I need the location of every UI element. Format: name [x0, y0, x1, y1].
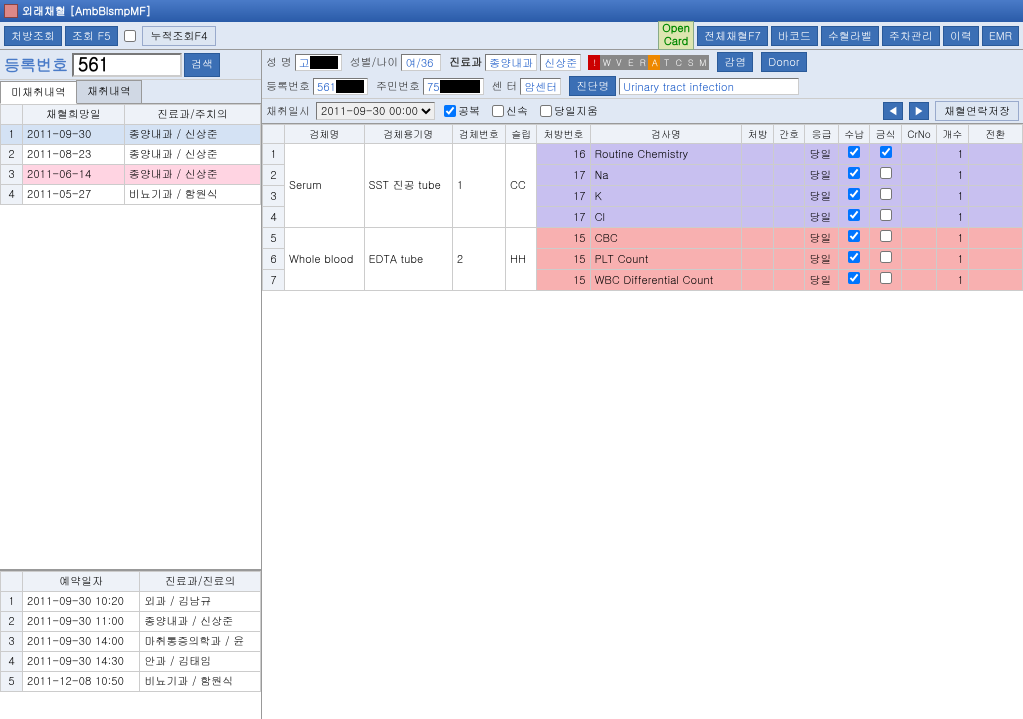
toolbar: 처방조회 조회 F5 누적조회F4 Open Card 전체채혈F7 바코드 수… [0, 22, 1023, 50]
doctor-value: 신상준 [540, 54, 581, 71]
patient-bar: 성 명 고 성별/나이 여/36 진료과 종양내과 신상준 !WVERATCSM… [262, 50, 1023, 99]
collect-bar: 채취일시 2011-09-30 00:00 공복 신속 당일지움 ◀ ▶ 채혈연… [262, 99, 1023, 124]
center-label: 센 터 [492, 79, 518, 94]
titlebar: 외래채혈 [AmbBlsmpMF] [0, 0, 1023, 22]
appointment-row[interactable]: 42011-09-30 14:30안과 / 김태임 [1, 652, 261, 672]
track-checkbox[interactable] [124, 30, 136, 42]
appointment-row[interactable]: 22011-09-30 11:00종양내과 / 신상준 [1, 612, 261, 632]
parking-button[interactable]: 주차관리 [882, 26, 940, 46]
sexage-label: 성별/나이 [350, 55, 399, 70]
prev-arrow-button[interactable]: ◀ [883, 102, 903, 120]
infection-button[interactable]: 감염 [717, 52, 753, 72]
appointment-grid[interactable]: 예약일자 진료과/진료의 12011-09-30 10:20외과 / 김남규22… [0, 571, 261, 692]
dept-label: 진료과 [449, 55, 482, 70]
track-checkbox-wrap[interactable] [121, 30, 139, 42]
dept-value: 종양내과 [485, 54, 537, 71]
registration-row: 등록번호 검색 [0, 50, 261, 80]
name-value: 고 [295, 54, 342, 71]
main-grid[interactable]: 검체명 검체용기명 검체번호 슬립 처방번호 검사명 처방 간호 응급 수납 금… [262, 124, 1023, 291]
collect-datetime-select[interactable]: 2011-09-30 00:00 [316, 102, 435, 120]
regno-value: 561 [313, 78, 368, 95]
registration-input[interactable] [72, 53, 182, 77]
search-button[interactable]: 검색 [184, 53, 220, 77]
left-tabs: 미채취내역 채취내역 [0, 80, 261, 104]
diagnosis-value: Urinary tract infection [619, 78, 799, 95]
prescription-inquiry-button[interactable]: 처방조회 [4, 26, 62, 46]
appointment-row[interactable]: 52011-12-08 10:50비뇨기과 / 함원식 [1, 672, 261, 692]
main-row[interactable]: 5Whole bloodEDTA tube2HH15CBC당일1 [263, 228, 1023, 249]
sameday-check[interactable]: 당일지움 [537, 104, 601, 119]
total-blood-f7-button[interactable]: 전체채혈F7 [697, 26, 768, 46]
history-row[interactable]: 12011-09-30종양내과 / 신상준 [1, 125, 261, 145]
barcode-button[interactable]: 바코드 [771, 26, 818, 46]
history-col-dept: 진료과/주치의 [124, 105, 260, 125]
track-inquiry-f4-button[interactable]: 누적조회F4 [142, 26, 217, 46]
patient-flags: !WVERATCSM [589, 55, 709, 70]
center-value: 암센터 [520, 78, 561, 95]
fasting-check[interactable]: 공복 [441, 104, 483, 119]
emr-button[interactable]: EMR [982, 26, 1019, 46]
donor-button[interactable]: Donor [761, 52, 806, 72]
history-row[interactable]: 22011-08-23종양내과 / 신상준 [1, 145, 261, 165]
inquiry-f5-button[interactable]: 조회 F5 [65, 26, 118, 46]
main-row[interactable]: 1SerumSST 진공 tube1CC16Routine Chemistry당… [263, 144, 1023, 165]
appt-col-date: 예약일자 [23, 572, 140, 592]
window-title: 외래채혈 [AmbBlsmpMF] [22, 4, 151, 19]
appt-col-dept: 진료과/진료의 [140, 572, 261, 592]
history-button[interactable]: 이력 [943, 26, 979, 46]
regno-label: 등록번호 [266, 79, 310, 94]
blood-label-button[interactable]: 수혈라벨 [821, 26, 879, 46]
tab-unpicked[interactable]: 미채취내역 [0, 81, 77, 104]
next-arrow-button[interactable]: ▶ [909, 102, 929, 120]
history-col-date: 채혈희망일 [23, 105, 125, 125]
appointment-row[interactable]: 12011-09-30 10:20외과 / 김남규 [1, 592, 261, 612]
registration-label: 등록번호 [4, 53, 68, 76]
tab-picked[interactable]: 채취내역 [76, 80, 142, 103]
name-label: 성 명 [266, 55, 292, 70]
rapid-check[interactable]: 신속 [489, 104, 531, 119]
sexage-value: 여/36 [401, 54, 441, 71]
save-contact-button[interactable]: 채혈연락저장 [935, 101, 1019, 121]
app-icon [4, 4, 18, 18]
history-grid[interactable]: 채혈희망일 진료과/주치의 12011-09-30종양내과 / 신상준22011… [0, 104, 261, 205]
appointment-row[interactable]: 32011-09-30 14:00마취통증의학과 / 윤 [1, 632, 261, 652]
history-row[interactable]: 32011-06-14종양내과 / 신상준 [1, 165, 261, 185]
history-row[interactable]: 42011-05-27비뇨기과 / 함원식 [1, 185, 261, 205]
open-card-badge[interactable]: Open Card [658, 21, 694, 49]
flag-M: M [696, 55, 709, 70]
diagnosis-label: 진단명 [569, 76, 616, 96]
collect-datetime-label: 채취일시 [266, 104, 310, 119]
ssn-value: 75 [423, 78, 484, 95]
ssn-label: 주민번호 [376, 79, 420, 94]
